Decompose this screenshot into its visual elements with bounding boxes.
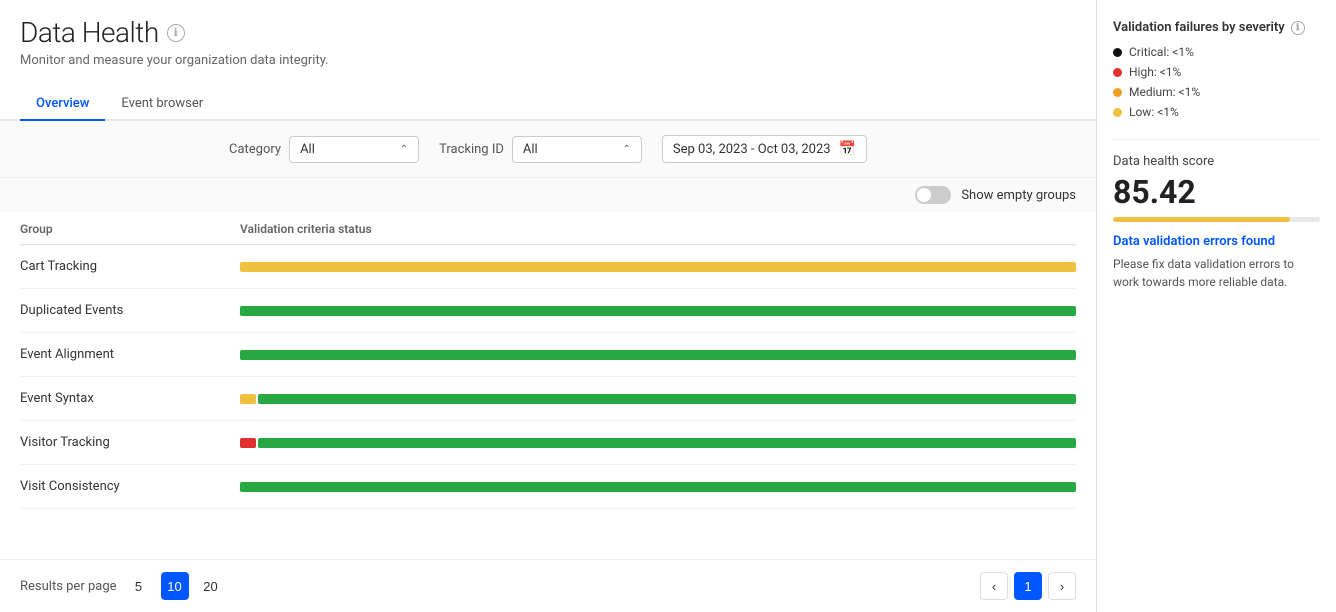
severity-item-label: Medium: <1%: [1129, 85, 1200, 99]
severity-list: Critical: <1% High: <1% Medium: <1% Low: <1…: [1113, 45, 1320, 119]
table-row[interactable]: Duplicated Events: [20, 289, 1076, 333]
next-page-button[interactable]: ›: [1048, 572, 1076, 600]
severity-dot: [1113, 88, 1122, 97]
row-bar-area: [240, 260, 1076, 274]
results-per-page: Results per page 5 10 20: [20, 572, 225, 600]
tab-event-browser[interactable]: Event browser: [105, 88, 219, 121]
tab-overview[interactable]: Overview: [20, 88, 105, 121]
category-value: All: [300, 142, 315, 157]
row-bar-area: [240, 348, 1076, 362]
row-bar-area: [240, 480, 1076, 494]
category-chevron-icon: ⌃: [400, 144, 408, 155]
row-bar-area: [240, 436, 1076, 450]
row-group-name: Visit Consistency: [20, 479, 240, 494]
table-row[interactable]: Cart Tracking: [20, 245, 1076, 289]
table-header: Group Validation criteria status: [20, 212, 1076, 245]
tabs-bar: Overview Event browser: [0, 88, 1096, 121]
filters-bar: Category All ⌃ Tracking ID All ⌃ Sep 03,…: [0, 121, 1096, 178]
tracking-id-value: All: [523, 142, 538, 157]
page-nav: ‹ 1 ›: [980, 572, 1076, 600]
severity-dot: [1113, 68, 1122, 77]
score-bar: [1113, 217, 1320, 222]
calendar-icon: 📅: [839, 141, 856, 157]
page-size-10[interactable]: 10: [161, 572, 189, 600]
row-bar-area: [240, 392, 1076, 406]
table-area: Group Validation criteria status Cart Tr…: [0, 212, 1096, 559]
info-icon[interactable]: ℹ: [167, 24, 185, 42]
row-group-name: Cart Tracking: [20, 259, 240, 274]
category-filter-group: Category All ⌃: [229, 136, 419, 163]
severity-item-label: Critical: <1%: [1129, 45, 1194, 59]
severity-info-icon[interactable]: ℹ: [1291, 21, 1305, 35]
page-1-button[interactable]: 1: [1014, 572, 1042, 600]
date-range-picker[interactable]: Sep 03, 2023 - Oct 03, 2023 📅: [662, 135, 867, 163]
severity-title: Validation failures by severity ℹ: [1113, 20, 1320, 35]
show-empty-row: Show empty groups: [0, 178, 1096, 212]
prev-page-button[interactable]: ‹: [980, 572, 1008, 600]
results-label: Results per page: [20, 579, 117, 594]
table-row[interactable]: Event Alignment: [20, 333, 1076, 377]
header: Data Health ℹ Monitor and measure your o…: [0, 0, 1096, 88]
page-size-20[interactable]: 20: [197, 572, 225, 600]
error-found-label: Data validation errors found: [1113, 234, 1320, 249]
page-size-5[interactable]: 5: [125, 572, 153, 600]
table-row[interactable]: Visitor Tracking: [20, 421, 1076, 465]
severity-dot: [1113, 48, 1122, 57]
col-header-group: Group: [20, 222, 240, 236]
severity-dot: [1113, 108, 1122, 117]
tracking-id-chevron-icon: ⌃: [623, 144, 631, 155]
row-group-name: Duplicated Events: [20, 303, 240, 318]
show-empty-toggle[interactable]: [915, 186, 951, 204]
col-header-status: Validation criteria status: [240, 222, 1076, 236]
error-desc: Please fix data validation errors to wor…: [1113, 255, 1320, 291]
score-label: Data health score: [1113, 154, 1320, 169]
severity-item: Medium: <1%: [1113, 85, 1320, 99]
severity-item-label: Low: <1%: [1129, 105, 1179, 119]
category-label: Category: [229, 142, 281, 157]
toggle-knob: [917, 188, 931, 202]
pagination-bar: Results per page 5 10 20 ‹ 1 ›: [0, 559, 1096, 612]
score-value: 85.42: [1113, 173, 1320, 211]
score-bar-fill: [1113, 217, 1290, 222]
severity-item: Critical: <1%: [1113, 45, 1320, 59]
tracking-id-select[interactable]: All ⌃: [512, 136, 642, 163]
tracking-id-label: Tracking ID: [439, 142, 504, 157]
severity-title-text: Validation failures by severity: [1113, 20, 1285, 35]
severity-item: High: <1%: [1113, 65, 1320, 79]
severity-item-label: High: <1%: [1129, 65, 1181, 79]
row-group-name: Visitor Tracking: [20, 435, 240, 450]
category-select[interactable]: All ⌃: [289, 136, 419, 163]
row-bar-area: [240, 304, 1076, 318]
table-row[interactable]: Visit Consistency: [20, 465, 1076, 509]
show-empty-label: Show empty groups: [961, 188, 1076, 203]
right-sidebar: Validation failures by severity ℹ Critic…: [1096, 0, 1336, 612]
severity-item: Low: <1%: [1113, 105, 1320, 119]
table-body: Cart Tracking Duplicated Events Event Alig…: [20, 245, 1076, 509]
page-subtitle: Monitor and measure your organization da…: [20, 53, 1076, 68]
page-title: Data Health: [20, 16, 159, 49]
row-group-name: Event Syntax: [20, 391, 240, 406]
tracking-id-filter-group: Tracking ID All ⌃: [439, 136, 642, 163]
date-range-value: Sep 03, 2023 - Oct 03, 2023: [673, 142, 831, 157]
row-group-name: Event Alignment: [20, 347, 240, 362]
table-row[interactable]: Event Syntax: [20, 377, 1076, 421]
divider: [1113, 139, 1320, 140]
